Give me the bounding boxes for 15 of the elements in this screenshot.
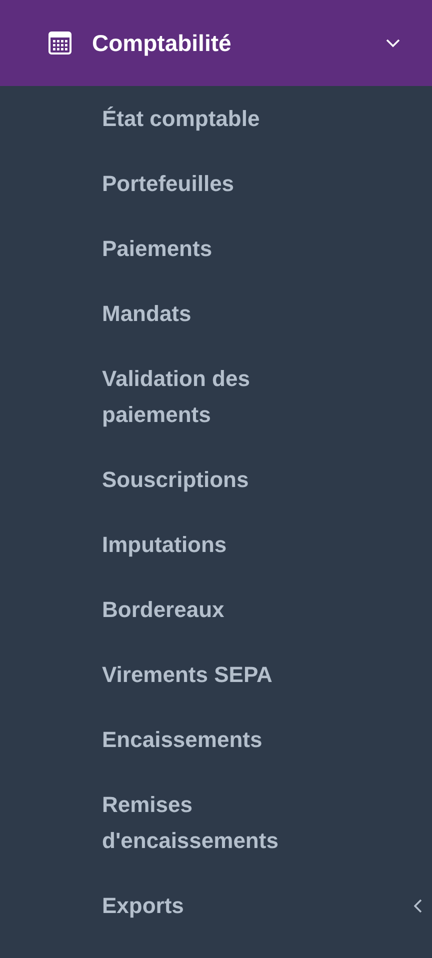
menu-item[interactable]: État comptable [102,101,260,137]
menu-item[interactable]: Souscriptions [102,462,249,498]
menu-item[interactable]: Exports [102,888,184,924]
menu-item[interactable]: Remises d'encaissements [102,787,332,859]
section-header[interactable]: Comptabilité [0,0,432,86]
menu-item[interactable]: Virements SEPA [102,657,272,693]
menu-item[interactable]: Encaissements [102,722,262,758]
menu-item[interactable]: Mandats [102,296,192,332]
menu-item[interactable]: Bordereaux [102,592,224,628]
calculator-icon [48,31,72,55]
menu-item[interactable]: Portefeuilles [102,166,234,202]
menu-item[interactable]: Paiements [102,231,212,267]
section-title: Comptabilité [92,30,232,56]
menu-item[interactable]: Validation des paiements [102,361,332,433]
menu-item[interactable]: Imputations [102,527,227,563]
